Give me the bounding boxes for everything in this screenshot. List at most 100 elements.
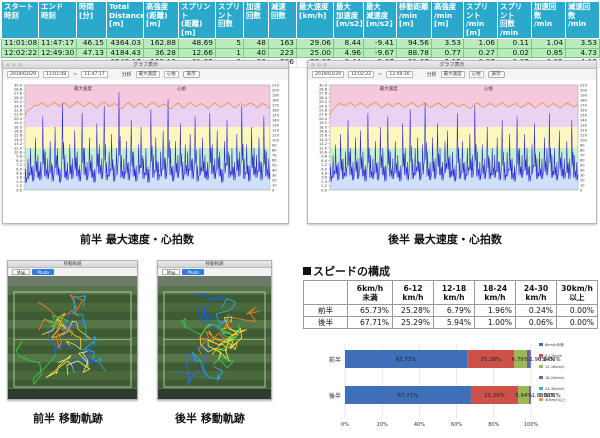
speed-row: 後半 67.71% 25.29% 5.94% 1.00% 0.06% 0.00% [303,316,598,329]
speed-col-header: 6km/h 未満 [347,280,393,305]
legend-swatch [539,398,543,401]
speed-cell: 前半 [303,304,348,317]
speed-row: 前半 65.73% 25.28% 6.79% 1.96% 0.24% 0.00% [303,304,598,317]
summary-cell: 1.06 [463,38,498,49]
speed-cell: 5.94% [433,316,475,329]
minimize-dot-icon[interactable] [317,63,321,67]
summary-cell: 11:47:17 [38,38,77,49]
end-time-field[interactable]: 11:47:17 [81,71,108,78]
y-tick-label: 27.6 [319,92,328,96]
legend-speed: 最大速度 [380,85,398,92]
y-tick-label: 22.8 [14,109,23,113]
movement-track-map[interactable] [158,276,271,399]
show-button[interactable]: 表示 [487,71,505,78]
tab-map[interactable]: Map [12,269,31,275]
y2-tick-label: 170 [272,103,280,107]
y-tick-label: 14.4 [14,138,23,142]
start-time-field[interactable]: 11:01:08 [42,71,70,78]
zoom-dot-icon[interactable] [323,63,327,67]
summary-col-header: 高強度 /min [m] [431,0,464,40]
field-stripe [158,303,271,312]
speed-heartrate-chart: 0.01.22.43.64.86.07.28.49.610.812.013.21… [3,80,288,223]
summary-col-header: スプリント 回数 /min [497,0,532,40]
metric2-select[interactable]: 心拍 [163,71,179,78]
summary-cell: 12:49:30 [38,47,77,59]
summary-col-header: スプリント (距離) [m] [178,0,216,40]
tab-photo[interactable]: Photo [32,269,54,275]
end-time-field[interactable]: 12:49:30 [386,71,413,78]
speed-cell: 65.73% [347,304,393,317]
y2-tick-label: 80 [272,148,277,152]
y-tick-label: 13.2 [14,142,22,146]
tab-photo[interactable]: Photo [182,269,204,275]
speed-cell: 1.00% [474,316,516,329]
y2-tick-label: 40 [272,168,277,172]
speed-cell: 25.28% [392,304,434,317]
y2-tick-label: 20 [580,178,585,182]
y2-tick-label: 140 [580,118,588,122]
date-field[interactable]: 2019/03/29 [7,71,39,78]
legend-label: 6-12km/h [545,354,562,358]
y2-tick-label: 190 [272,93,280,97]
tab-map[interactable]: Map [162,269,181,275]
y-tick-label: 4.8 [321,172,327,176]
y-tick-label: 15.6 [319,134,328,138]
y-tick-label: 1.2 [16,184,22,188]
chart-toolbar: 2019/03/29 12:02:22 ~ 12:49:30 分析 最大速度 心… [308,69,596,80]
square-bullet-icon [303,267,311,275]
speed-heartrate-chart: 0.01.22.43.64.86.07.28.49.610.812.013.21… [308,80,596,223]
movement-track-map[interactable] [8,276,137,399]
y-tick-label: 21.6 [319,113,328,117]
summary-cell: 1 [215,47,244,59]
minimize-dot-icon[interactable] [12,63,16,67]
metric1-select[interactable]: 最大速度 [440,71,465,78]
summary-cell: 0.85 [531,47,566,59]
summary-cell: 11:01:08 [1,38,39,49]
y-tick-label: 24.0 [14,104,23,108]
bar-category-label: 前半 [329,356,341,364]
summary-cell: 12.66 [178,47,216,59]
y2-tick-label: 10 [580,183,585,187]
y-tick-label: 0.0 [321,188,327,192]
speed-section-title: スピードの構成 [303,263,390,279]
show-button[interactable]: 表示 [182,71,200,78]
legend-label: 18-24km/h [545,376,565,380]
y-tick-label: 0.0 [16,188,22,192]
window-title: グラフ表示 [132,62,158,68]
y-tick-label: 20.4 [319,117,328,121]
summary-col-header: 加速 回数 [243,0,269,40]
y-tick-label: 24.0 [319,104,328,108]
metric1-select[interactable]: 最大速度 [135,71,160,78]
summary-cell: 3.53 [565,38,600,49]
y-tick-label: 26.4 [319,96,328,100]
summary-col-header: 高強度 (距離) [m] [143,0,179,40]
date-field[interactable]: 2019/03/29 [312,71,344,78]
summary-cell: 3.53 [431,38,464,49]
speed-header-row: 6km/h 未満 6-12 km/h 12-18 km/h 18-24 km/h 24-… [303,280,598,305]
chart-toolbar: 2019/03/29 11:01:08 ~ 11:47:17 分析 最大速度 心… [3,69,288,80]
close-dot-icon[interactable] [6,63,10,67]
y2-tick-label: 70 [272,153,277,157]
metric2-select[interactable]: 心拍 [468,71,484,78]
x-tick-label: 0% [341,422,349,428]
summary-cell: 0.02 [497,47,532,59]
summary-cell: 47.13 [76,47,107,59]
speed-composition-table: 6km/h 未満 6-12 km/h 12-18 km/h 18-24 km/h 24-… [303,280,598,329]
legend-swatch [539,365,543,368]
summary-col-header: Total Distance [m] [106,0,144,40]
start-time-field[interactable]: 12:02:22 [347,71,375,78]
y2-tick-label: 160 [272,108,280,112]
summary-cell: 88.78 [396,47,432,59]
close-dot-icon[interactable] [311,63,315,67]
analysis-label: 分析 [121,72,132,78]
summary-cell: 1.04 [531,38,566,49]
zoom-dot-icon[interactable] [18,63,22,67]
speed-col-header: 6-12 km/h [392,280,434,305]
summary-col-header: 移動距離 /min [m] [396,0,432,40]
window-title: 移動軌跡 [63,262,82,267]
summary-cell: 94.56 [396,38,432,49]
y-tick-label: 16.8 [319,130,328,134]
caption-second-half-chart: 後半 最大速度・心拍数 [388,233,502,246]
bar-data-label: 65.73% [396,357,417,363]
y2-tick-label: 30 [272,173,277,177]
